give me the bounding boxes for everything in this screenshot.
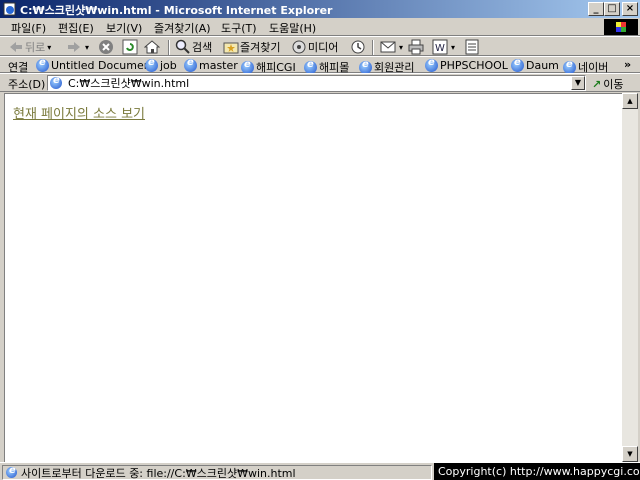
history-icon [351,40,365,54]
ie-page-icon [50,75,62,89]
title-bar[interactable]: C:₩스크린샷₩win.html - Microsoft Internet Ex… [0,0,640,18]
link-label: PHPSCHOOL [440,59,508,72]
toolbar-separator [372,40,374,55]
media-button[interactable]: 미디어 [291,38,338,56]
browser-window: C:₩스크린샷₩win.html - Microsoft Internet Ex… [0,0,640,480]
ie-link-icon [563,59,576,74]
close-button[interactable]: × [622,2,638,16]
ie-link-icon [511,57,524,72]
home-icon [144,40,160,54]
stop-icon [99,40,113,54]
go-label: 이동 [603,78,624,91]
ie-link-icon [145,57,158,72]
svg-text:W: W [435,43,445,54]
ie-status-icon [6,465,17,478]
mail-dropdown-icon[interactable]: ▾ [399,43,403,52]
mail-button[interactable]: ▾ [380,38,403,56]
ie-link-icon [304,59,317,74]
back-dropdown-icon[interactable]: ▾ [47,43,51,52]
back-button[interactable]: 뒤로 ▾ [8,38,51,56]
go-arrow-icon: ↗ [592,77,602,91]
back-label: 뒤로 [25,41,46,54]
address-dropdown-icon[interactable]: ▼ [571,76,585,90]
ie-link-icon [184,57,197,72]
ie-page-icon [3,2,16,16]
maximize-button[interactable]: □ [604,2,620,16]
status-pane: 사이트로부터 다운로드 중: file://C:₩스크린샷₩win.html [2,465,432,480]
status-text: 사이트로부터 다운로드 중: file://C:₩스크린샷₩win.html [21,466,296,480]
go-button[interactable]: ↗ 이동 [592,76,623,92]
windows-logo-icon [604,19,638,35]
forward-arrow-icon [68,42,80,52]
ie-link-icon [241,59,254,74]
menu-help[interactable]: 도움말(H) [269,20,316,36]
toolbar-separator [168,40,170,55]
search-icon [175,39,190,54]
standard-toolbar: 뒤로 ▾ ▾ 검색 즐겨찾기 미디어 ▾ W ▾ [0,36,640,56]
address-bar: 주소(D) C:₩스크린샷₩win.html ▼ ↗ 이동 [0,73,640,92]
address-label: 주소(D) [8,78,46,91]
vertical-scrollbar[interactable]: ▲ ▼ [622,93,638,462]
search-button[interactable]: 검색 [175,38,212,56]
refresh-button[interactable] [122,38,139,56]
history-button[interactable] [350,38,367,56]
menu-edit[interactable]: 편집(E) [58,20,94,36]
word-edit-icon: W [432,39,448,55]
home-button[interactable] [144,38,161,56]
refresh-icon [122,39,138,55]
menu-file[interactable]: 파일(F) [11,20,46,36]
link-phpschool[interactable]: PHPSCHOOL [425,57,508,72]
link-master[interactable]: master [184,57,238,72]
link-label: Daum [526,59,559,72]
discuss-icon [465,39,479,55]
address-value: C:₩스크린샷₩win.html [68,77,190,90]
print-button[interactable] [408,38,425,56]
menu-bar: 파일(F) 편집(E) 보기(V) 즐겨찾기(A) 도구(T) 도움말(H) [0,18,640,36]
copyright-overlay: Copyright(c) http://www.happycgi.com [434,463,640,480]
forward-button[interactable]: ▾ [66,38,89,56]
window-title: C:₩스크린샷₩win.html - Microsoft Internet Ex… [20,4,333,17]
link-label: job [160,59,177,72]
scroll-down-arrow-icon[interactable]: ▼ [622,446,638,462]
menu-tools[interactable]: 도구(T) [221,20,257,36]
link-label: master [199,59,238,72]
ie-link-icon [36,57,49,72]
edit-button[interactable]: W ▾ [432,38,455,56]
print-icon [408,39,424,55]
stop-button[interactable] [98,38,115,56]
address-input[interactable]: C:₩스크린샷₩win.html ▼ [47,75,586,91]
mail-icon [380,41,396,53]
link-job[interactable]: job [145,57,177,72]
favorites-label: 즐겨찾기 [240,41,281,54]
ie-link-icon [425,57,438,72]
menu-view[interactable]: 보기(V) [106,20,142,36]
scroll-up-arrow-icon[interactable]: ▲ [622,93,638,109]
media-icon [292,40,306,54]
media-label: 미디어 [308,41,339,54]
favorites-button[interactable]: 즐겨찾기 [223,38,280,56]
forward-dropdown-icon[interactable]: ▾ [85,43,89,52]
discuss-button[interactable] [464,38,481,56]
links-overflow-chevron-icon[interactable]: » [624,58,631,71]
favorites-icon [223,42,239,54]
link-daum[interactable]: Daum [511,57,559,72]
links-bar: 연결 Untitled Document job master 해피CGI 해피… [0,56,640,74]
search-label: 검색 [192,41,213,54]
ie-link-icon [359,59,372,74]
link-label: Untitled Document [51,59,155,72]
view-source-link[interactable]: 현재 페이지의 소스 보기 [13,103,145,122]
link-untitled-document[interactable]: Untitled Document [36,57,155,72]
page-content: 현재 페이지의 소스 보기 [4,93,622,462]
back-arrow-icon [10,42,22,52]
edit-dropdown-icon[interactable]: ▾ [451,43,455,52]
menu-favorites[interactable]: 즐겨찾기(A) [154,20,211,36]
minimize-button[interactable]: _ [588,2,604,16]
